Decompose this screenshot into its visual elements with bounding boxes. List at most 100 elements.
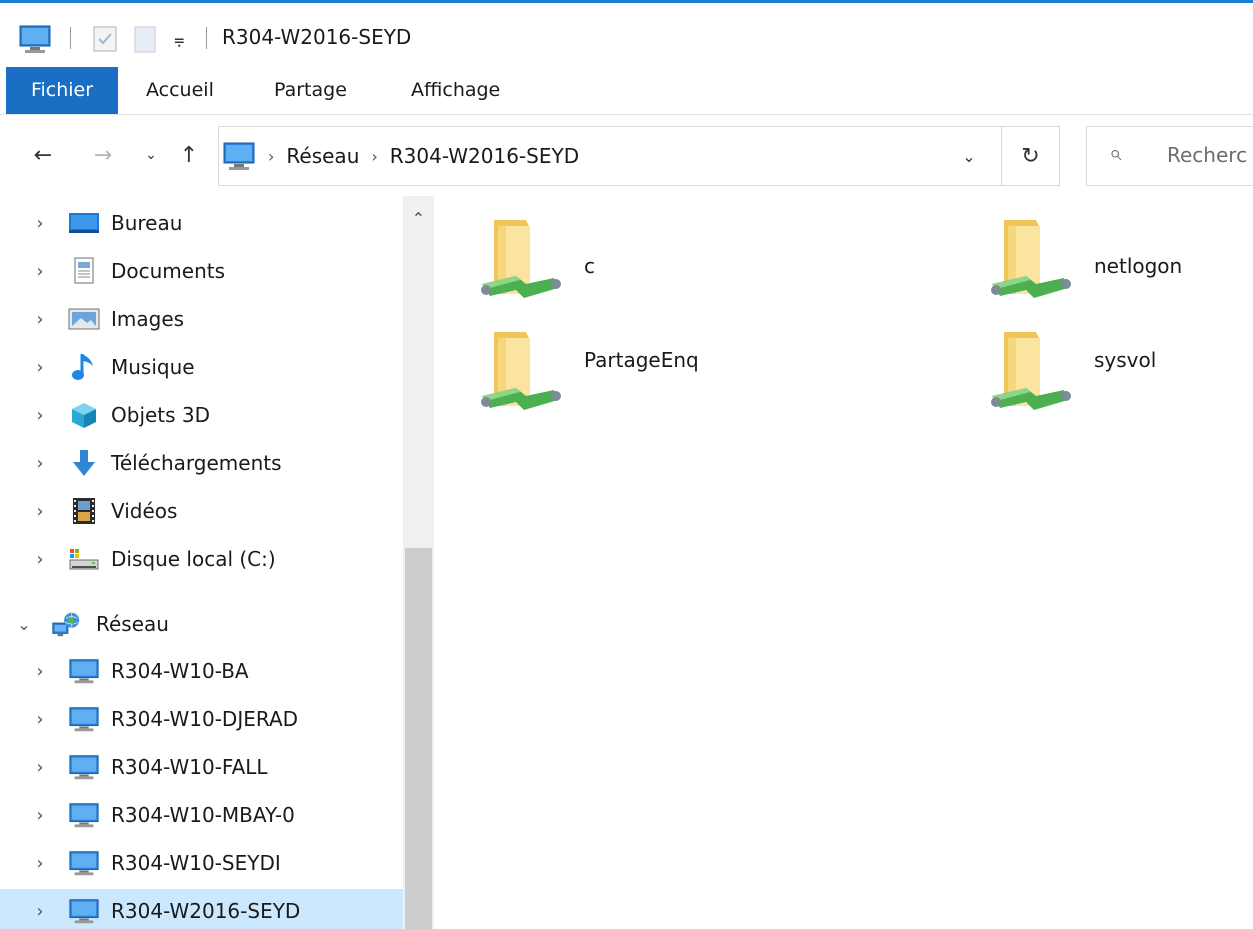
search-box[interactable]: ⌕ Recherc xyxy=(1086,126,1253,186)
tree-item-label: Musique xyxy=(111,355,195,379)
breadcrumb-current[interactable]: R304-W2016-SEYD xyxy=(390,144,579,168)
tab-accueil[interactable]: Accueil xyxy=(132,67,228,114)
shared-folder-item[interactable]: c xyxy=(476,214,776,318)
tree-item-label: R304-W10-BA xyxy=(111,659,249,683)
computer-icon xyxy=(68,705,100,733)
qa-separator xyxy=(70,27,71,49)
up-arrow-icon[interactable]: ↑ xyxy=(174,140,204,170)
breadcrumb-separator-icon[interactable]: › xyxy=(371,147,377,166)
tree-item-telechargements[interactable]: › Téléchargements xyxy=(0,441,404,485)
ribbon-tabs: Fichier Accueil Partage Affichage xyxy=(0,67,1253,115)
tree-item-bureau[interactable]: › Bureau xyxy=(0,201,404,245)
tree-item-documents[interactable]: › Documents xyxy=(0,249,404,293)
chevron-right-icon[interactable]: › xyxy=(32,757,48,778)
music-icon xyxy=(68,353,100,381)
tree-item-reseau[interactable]: ⌄ Réseau xyxy=(0,602,404,646)
customize-quick-access-icon[interactable]: ⩦ xyxy=(174,23,185,55)
title-bar: ⩦ R304-W2016-SEYD xyxy=(0,3,1253,67)
computer-icon xyxy=(68,849,100,877)
chevron-right-icon[interactable]: › xyxy=(32,405,48,426)
share-name: netlogon xyxy=(1094,254,1183,278)
chevron-right-icon[interactable]: › xyxy=(32,901,48,922)
tree-item-r304-w10-fall[interactable]: › R304-W10-FALL xyxy=(0,745,404,789)
computer-icon xyxy=(222,141,256,171)
tree-item-label: R304-W10-MBAY-0 xyxy=(111,803,295,827)
tab-affichage[interactable]: Affichage xyxy=(397,67,514,114)
tree-item-label: R304-W10-DJERAD xyxy=(111,707,299,731)
properties-icon[interactable] xyxy=(90,23,120,55)
file-list-area: c netlogon PartageEnq sysvol xyxy=(434,196,1253,929)
shared-folder-item[interactable]: sysvol xyxy=(986,326,1253,430)
tree-item-videos[interactable]: › Vidéos xyxy=(0,489,404,533)
tree-item-objets-3d[interactable]: › Objets 3D xyxy=(0,393,404,437)
tree-item-r304-w2016-seyd[interactable]: › R304-W2016-SEYD xyxy=(0,889,404,929)
chevron-right-icon[interactable]: › xyxy=(32,357,48,378)
chevron-down-icon[interactable]: ⌄ xyxy=(16,615,32,634)
shared-folder-icon xyxy=(476,214,566,314)
address-dropdown-chevron-icon[interactable]: ⌄ xyxy=(955,141,983,171)
title-separator xyxy=(206,27,207,49)
videos-icon xyxy=(68,497,100,525)
refresh-icon[interactable]: ↻ xyxy=(1001,127,1059,185)
tree-item-r304-w10-ba[interactable]: › R304-W10-BA xyxy=(0,649,404,693)
navigation-bar: ← → ⌄ ↑ › Réseau › R304-W2016-SEYD ⌄ ↻ ⌕… xyxy=(0,116,1253,196)
chevron-right-icon[interactable]: › xyxy=(32,709,48,730)
tree-item-label: Réseau xyxy=(96,612,169,636)
documents-icon xyxy=(68,257,100,285)
scrollbar-thumb[interactable] xyxy=(405,548,432,929)
chevron-right-icon[interactable]: › xyxy=(32,853,48,874)
tree-item-label: Objets 3D xyxy=(111,403,211,427)
tree-item-label: R304-W10-SEYDI xyxy=(111,851,281,875)
chevron-right-icon[interactable]: › xyxy=(32,661,48,682)
desktop-icon xyxy=(68,209,100,237)
tree-item-label: Documents xyxy=(111,259,226,283)
nav-pane-scrollbar[interactable]: ⌃ xyxy=(403,196,434,929)
computer-icon xyxy=(68,801,100,829)
tree-item-images[interactable]: › Images xyxy=(0,297,404,341)
shared-folder-item[interactable]: PartageEnq xyxy=(476,326,776,430)
window-title: R304-W2016-SEYD xyxy=(222,25,412,49)
chevron-right-icon[interactable]: › xyxy=(32,309,48,330)
share-name: PartageEnq xyxy=(584,348,699,372)
tree-item-label: Bureau xyxy=(111,211,183,235)
tab-fichier[interactable]: Fichier xyxy=(6,67,118,114)
tree-item-label: Téléchargements xyxy=(111,451,282,475)
computer-icon xyxy=(68,657,100,685)
search-placeholder: Recherc xyxy=(1167,143,1248,167)
tree-item-label: R304-W10-FALL xyxy=(111,755,268,779)
breadcrumb-separator-icon[interactable]: › xyxy=(268,147,274,166)
chevron-right-icon[interactable]: › xyxy=(32,213,48,234)
chevron-right-icon[interactable]: › xyxy=(32,453,48,474)
tab-partage[interactable]: Partage xyxy=(260,67,361,114)
breadcrumb-reseau[interactable]: Réseau xyxy=(286,144,359,168)
new-folder-icon[interactable] xyxy=(130,23,160,55)
shared-folder-icon xyxy=(986,214,1076,314)
tree-item-disque-local[interactable]: › Disque local (C:) xyxy=(0,537,404,581)
3d-objects-icon xyxy=(68,401,100,429)
tree-item-r304-w10-mbay-0[interactable]: › R304-W10-MBAY-0 xyxy=(0,793,404,837)
computer-icon xyxy=(68,897,100,925)
recent-locations-chevron-icon[interactable]: ⌄ xyxy=(136,140,166,170)
tree-item-label: Vidéos xyxy=(111,499,178,523)
pictures-icon xyxy=(68,305,100,333)
shared-folder-icon xyxy=(476,326,566,426)
tree-item-r304-w10-seydi[interactable]: › R304-W10-SEYDI xyxy=(0,841,404,885)
computer-icon xyxy=(68,753,100,781)
chevron-right-icon[interactable]: › xyxy=(32,501,48,522)
computer-icon[interactable] xyxy=(18,23,52,55)
scroll-up-arrow-icon[interactable]: ⌃ xyxy=(403,200,434,236)
chevron-right-icon[interactable]: › xyxy=(32,261,48,282)
address-bar[interactable]: › Réseau › R304-W2016-SEYD ⌄ ↻ xyxy=(218,126,1060,186)
network-icon xyxy=(50,610,82,638)
chevron-right-icon[interactable]: › xyxy=(32,805,48,826)
back-arrow-icon[interactable]: ← xyxy=(28,140,58,170)
drive-icon xyxy=(68,545,100,573)
tree-item-musique[interactable]: › Musique xyxy=(0,345,404,389)
tree-item-r304-w10-djerad[interactable]: › R304-W10-DJERAD xyxy=(0,697,404,741)
downloads-icon xyxy=(68,449,100,477)
forward-arrow-icon[interactable]: → xyxy=(88,140,118,170)
chevron-right-icon[interactable]: › xyxy=(32,549,48,570)
shared-folder-item[interactable]: netlogon xyxy=(986,214,1253,318)
shared-folder-icon xyxy=(986,326,1076,426)
share-name: sysvol xyxy=(1094,348,1157,372)
